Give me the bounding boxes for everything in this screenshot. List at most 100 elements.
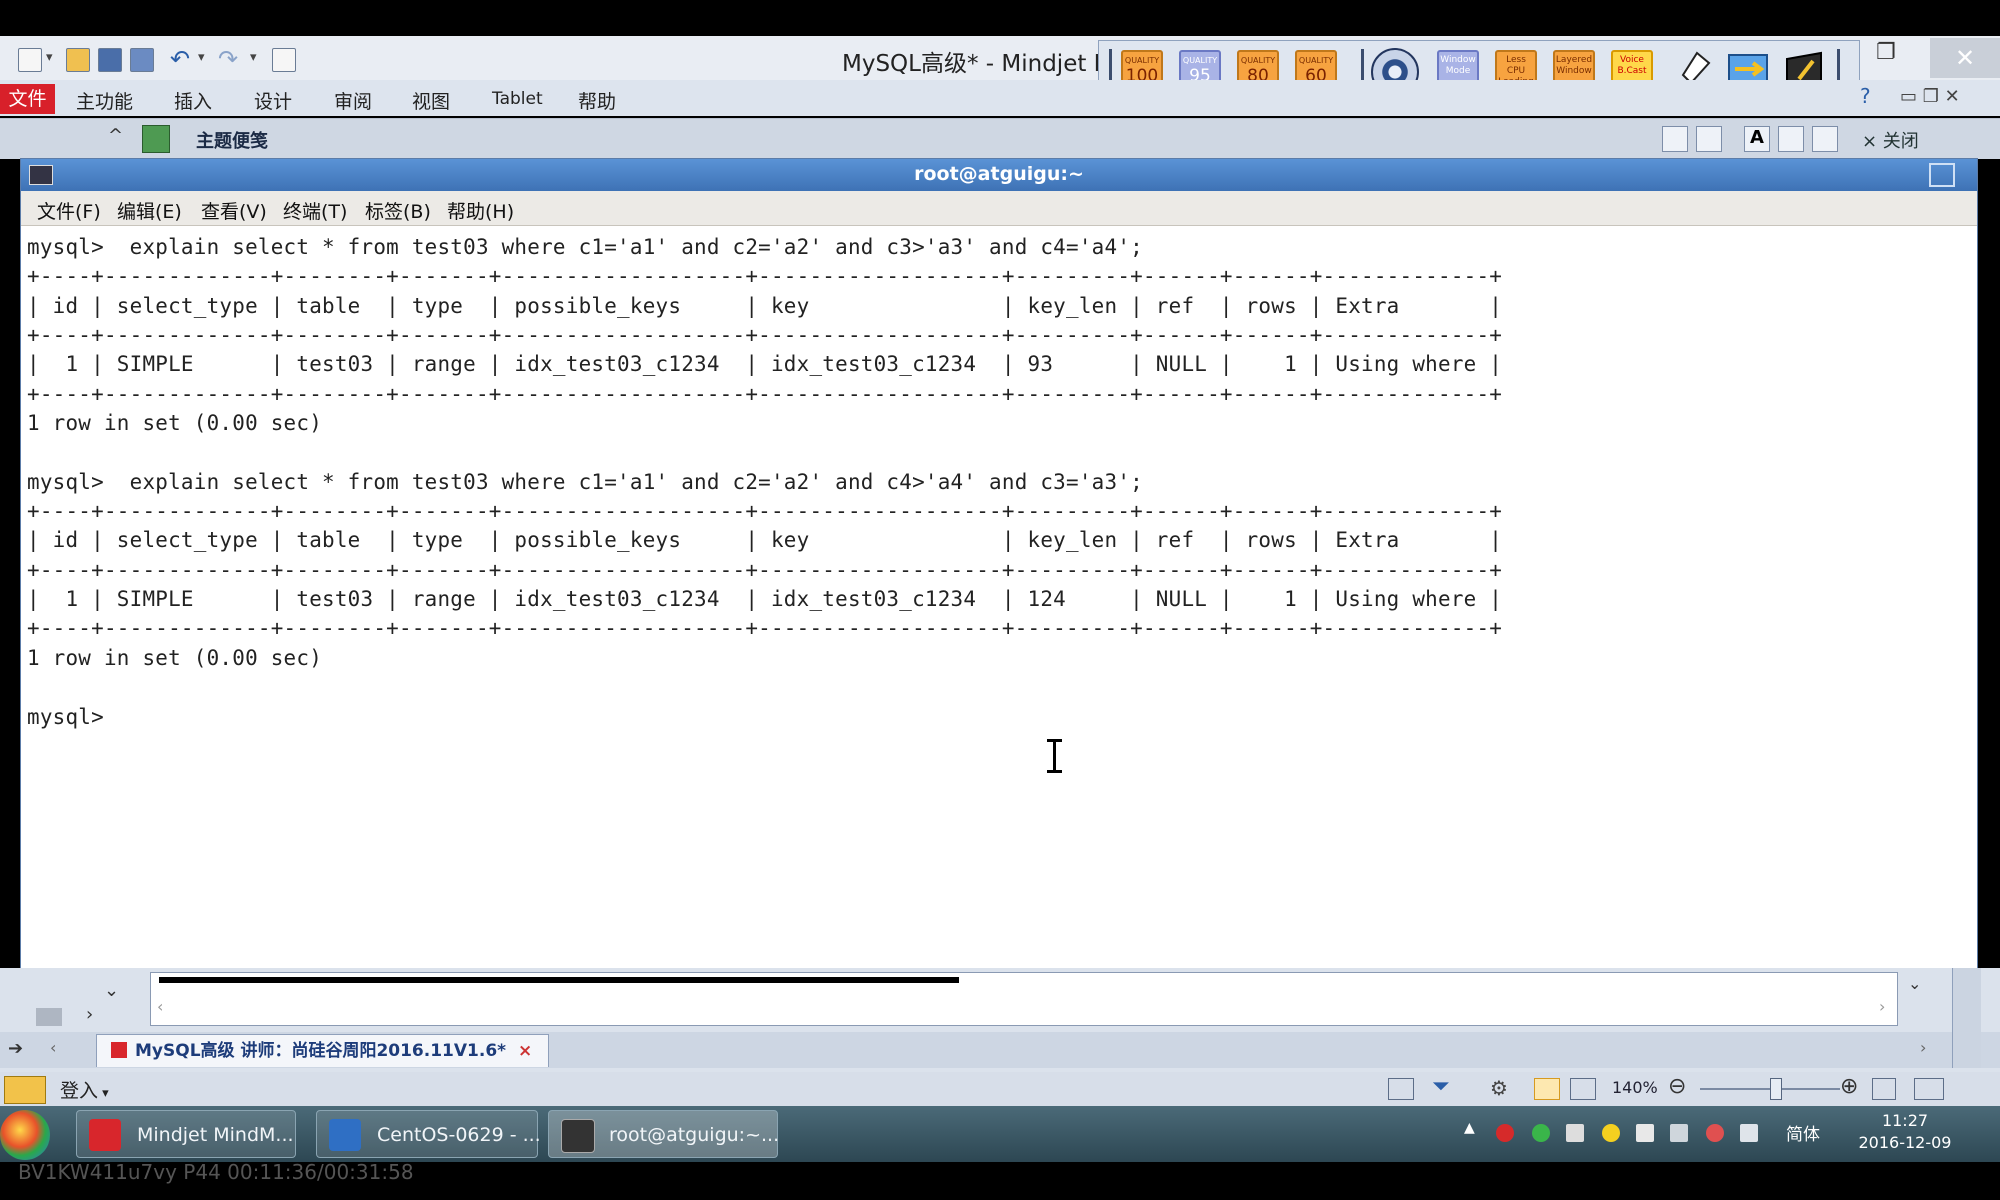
tab-review[interactable]: 审阅: [334, 87, 372, 114]
redo-icon[interactable]: ↷: [218, 47, 240, 71]
redo-dropdown-arrow-icon[interactable]: ▾: [250, 50, 257, 65]
filter-icon[interactable]: ⏷: [1432, 1074, 1450, 1099]
clear-format-icon[interactable]: [1812, 126, 1838, 152]
fit-map-icon[interactable]: [1534, 1078, 1560, 1100]
tab-tablet[interactable]: Tablet: [492, 89, 543, 109]
device-tray-icon[interactable]: [1670, 1124, 1688, 1142]
clock-time: 11:27: [1881, 1111, 1929, 1130]
tab-help[interactable]: 帮助: [578, 87, 616, 114]
taskbar-clock[interactable]: 11:27 2016-12-09: [1840, 1110, 1970, 1154]
save-icon[interactable]: [98, 48, 122, 72]
document-tab-label: MySQL高级 讲师：尚硅谷周阳2016.11V1.6*: [135, 1041, 507, 1061]
document-tab[interactable]: MySQL高级 讲师：尚硅谷周阳2016.11V1.6* ×: [96, 1034, 550, 1067]
new-document-icon[interactable]: [18, 48, 42, 72]
menu-file[interactable]: 文件(F): [37, 197, 101, 224]
note-edit-icon[interactable]: [142, 125, 170, 153]
scroll-right-icon[interactable]: ›: [86, 1004, 93, 1025]
close-tab-icon[interactable]: ×: [518, 1041, 532, 1061]
layout-icon[interactable]: [1388, 1078, 1414, 1100]
chevron-up-icon[interactable]: ^: [108, 125, 123, 146]
maximize-icon[interactable]: [1929, 163, 1955, 187]
minimize-ribbon-icon[interactable]: ▭ ❐ ✕: [1900, 86, 1960, 107]
tab-insert[interactable]: 插入: [174, 87, 212, 114]
import-note-icon[interactable]: [1696, 126, 1722, 152]
arrow-right-icon[interactable]: ➔: [8, 1038, 23, 1059]
notes-icon[interactable]: [4, 1076, 46, 1104]
menu-view[interactable]: 查看(V): [201, 197, 267, 224]
zoom-in-icon[interactable]: ⊕: [1840, 1074, 1858, 1099]
taskbar-label: CentOS-0629 - ...: [377, 1124, 541, 1146]
scroll-left-icon[interactable]: ‹: [157, 997, 163, 1016]
window-title: MySQL高级* - Mindjet M: [842, 51, 1114, 77]
chevron-down-icon[interactable]: ⌄: [1908, 974, 1921, 993]
terminal-window: root@atguigu:~ 文件(F) 编辑(E) 查看(V) 终端(T) 标…: [20, 158, 1978, 970]
login-label: 登入: [60, 1080, 99, 1102]
zoom-level: 140%: [1612, 1078, 1658, 1097]
export-note-icon[interactable]: [1662, 126, 1688, 152]
open-folder-icon[interactable]: [66, 48, 90, 72]
focus-icon[interactable]: ⚙: [1490, 1076, 1508, 1100]
antivirus-tray-icon[interactable]: [1496, 1124, 1514, 1142]
restore-window-icon[interactable]: ❐: [1876, 40, 1896, 65]
tab-file[interactable]: 文件: [0, 84, 55, 114]
menu-edit[interactable]: 编辑(E): [117, 197, 182, 224]
taskbar-terminal-button[interactable]: root@atguigu:~...: [548, 1110, 780, 1158]
horizontal-scroll-area[interactable]: ‹ ›: [150, 972, 1898, 1026]
tab-design[interactable]: 设计: [254, 87, 292, 114]
document-tabs-row: ➔ ‹ MySQL高级 讲师：尚硅谷周阳2016.11V1.6* × ›: [0, 1032, 2000, 1068]
help-icon[interactable]: ?: [1860, 84, 1871, 108]
undo-dropdown-arrow-icon[interactable]: ▾: [198, 50, 205, 65]
highlight-pen-icon[interactable]: [1778, 126, 1804, 152]
chevron-down-icon[interactable]: ⌄: [104, 980, 119, 1001]
close-note-button[interactable]: × 关闭: [1862, 127, 1919, 153]
index-side-tab[interactable]: [1952, 968, 1981, 1068]
taskbar-centos-button[interactable]: CentOS-0629 - ...: [316, 1110, 541, 1158]
tab-home[interactable]: 主功能: [76, 87, 133, 114]
fit-window-icon[interactable]: [1872, 1078, 1896, 1100]
terminal-output[interactable]: mysql> explain select * from test03 wher…: [27, 233, 1967, 963]
taskbar-label: root@atguigu:~...: [609, 1124, 780, 1146]
show-hidden-icons-icon[interactable]: ▲: [1464, 1120, 1475, 1136]
sync-tray-icon[interactable]: [1532, 1124, 1550, 1142]
terminal-title-bar: root@atguigu:~: [21, 159, 1977, 191]
terminal-title: root@atguigu:~: [914, 163, 1084, 185]
tab-view[interactable]: 视图: [412, 87, 450, 114]
vm-app-icon: [329, 1119, 361, 1151]
terminal-text: mysql> explain select * from test03 wher…: [27, 235, 1503, 729]
taskbar: Mindjet MindM... CentOS-0629 - ... root@…: [0, 1106, 2000, 1162]
menu-tabs[interactable]: 标签(B): [365, 197, 431, 224]
close-window-icon[interactable]: ✕: [1930, 38, 2000, 78]
scroll-indicator: [159, 977, 959, 983]
undo-icon[interactable]: ↶: [170, 47, 192, 71]
volume-muted-tray-icon[interactable]: [1706, 1124, 1724, 1142]
scroll-thumb[interactable]: [36, 1008, 62, 1026]
ime-indicator[interactable]: 简体: [1786, 1120, 1820, 1145]
font-format-icon[interactable]: A: [1744, 126, 1770, 152]
menu-terminal[interactable]: 终端(T): [283, 197, 347, 224]
network-tray-icon[interactable]: [1566, 1124, 1584, 1142]
note-strip: ^ 主题便笺 A × 关闭: [0, 118, 2000, 159]
taskbar-mindjet-button[interactable]: Mindjet MindM...: [76, 1110, 296, 1158]
update-tray-icon[interactable]: [1602, 1124, 1620, 1142]
terminal-menu-bar: 文件(F) 编辑(E) 查看(V) 终端(T) 标签(B) 帮助(H): [21, 191, 1977, 226]
login-button[interactable]: 登入 ▾: [60, 1076, 109, 1103]
input-tray-icon[interactable]: [1740, 1124, 1758, 1142]
mindjet-lower-panel: ⌄ ‹ › ⌄ › ➔ ‹ MySQL高级 讲师：尚硅谷周阳2016.11V1.…: [0, 968, 2000, 1106]
zoom-out-icon[interactable]: ⊖: [1668, 1074, 1686, 1099]
scroll-right-icon[interactable]: ›: [1879, 997, 1885, 1016]
panel-toggle-icon[interactable]: [1914, 1078, 1944, 1100]
dropdown-arrow-icon: ▾: [98, 1086, 109, 1101]
save-all-icon[interactable]: [130, 48, 154, 72]
chevron-left-icon[interactable]: ‹: [50, 1038, 56, 1057]
note-strip-label: 主题便笺: [196, 131, 268, 152]
action-center-tray-icon[interactable]: [1636, 1124, 1654, 1142]
menu-help[interactable]: 帮助(H): [447, 197, 514, 224]
status-bar: 登入 ▾ ⏷ ⚙ 140% ⊖ ⊕: [0, 1072, 2000, 1106]
zoom-slider-thumb[interactable]: [1770, 1078, 1782, 1100]
outline-icon[interactable]: [1570, 1078, 1596, 1100]
video-watermark: BV1KW411u7vy P44 00:11:36/00:31:58: [18, 1160, 414, 1184]
start-button-icon[interactable]: [0, 1110, 50, 1160]
help-icon[interactable]: [272, 48, 296, 72]
chevron-right-icon[interactable]: ›: [1920, 1038, 1926, 1057]
new-dropdown-arrow-icon[interactable]: ▾: [46, 50, 53, 65]
